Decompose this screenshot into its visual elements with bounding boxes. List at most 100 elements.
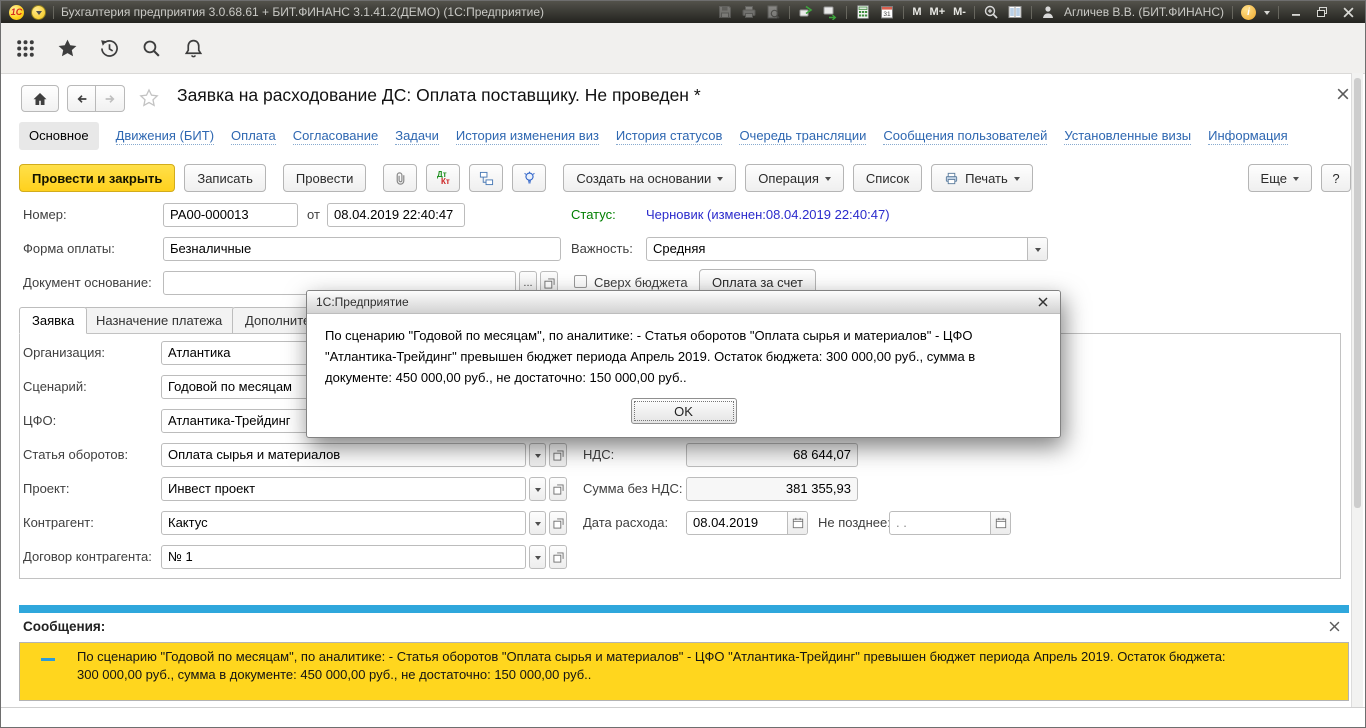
forward-button[interactable] <box>96 85 125 112</box>
expense-date-field[interactable]: 08.04.2019 <box>686 511 808 535</box>
counterparty-dropdown-button[interactable] <box>529 511 546 535</box>
tab-soobsheniya-polzovateley[interactable]: Сообщения пользователей <box>883 128 1047 145</box>
list-button[interactable]: Список <box>853 164 922 192</box>
post-and-close-button[interactable]: Провести и закрыть <box>19 164 175 192</box>
over-budget-checkbox[interactable] <box>574 275 587 288</box>
notifications-bell-icon[interactable] <box>183 38 204 59</box>
help-button[interactable]: ? <box>1321 164 1351 192</box>
project-label: Проект: <box>23 477 69 501</box>
favorites-star-icon[interactable] <box>57 38 78 59</box>
document-datetime-field[interactable]: 08.04.2019 22:40:47 <box>327 203 465 227</box>
vertical-scrollbar[interactable] <box>1351 73 1363 707</box>
open-in-window-icon <box>553 518 564 529</box>
importance-select[interactable]: Средняя <box>646 237 1048 261</box>
memory-plus-button[interactable]: M+ <box>930 4 946 20</box>
hints-button[interactable] <box>512 164 546 192</box>
tab-istoriya-statusov[interactable]: История статусов <box>616 128 723 145</box>
home-button[interactable] <box>21 85 59 112</box>
tab-oplata[interactable]: Оплата <box>231 128 276 145</box>
tab-soglasovanie[interactable]: Согласование <box>293 128 378 145</box>
contract-dropdown-button[interactable] <box>529 545 546 569</box>
project-field[interactable]: Инвест проект <box>161 477 526 501</box>
attachments-button[interactable] <box>383 164 417 192</box>
payment-form-field[interactable]: Безналичные <box>163 237 561 261</box>
chevron-down-icon <box>1014 177 1020 184</box>
memory-recall-button[interactable]: M <box>912 4 921 20</box>
restore-button[interactable] <box>1313 4 1331 20</box>
not-later-field[interactable]: . . <box>889 511 1011 535</box>
status-value: Черновик (изменен:08.04.2019 22:40:47) <box>646 203 890 227</box>
turnover-item-field[interactable]: Оплата сырья и материалов <box>161 443 526 467</box>
scrollbar-thumb[interactable] <box>1354 78 1361 508</box>
back-button[interactable] <box>67 85 96 112</box>
close-document-button[interactable] <box>1334 85 1352 103</box>
vat-field[interactable]: 68 644,07 <box>686 443 858 467</box>
divider <box>1031 6 1032 19</box>
message-text: По сценарию "Годовой по месяцам", по ана… <box>77 648 1237 683</box>
expense-date-calendar-button[interactable] <box>787 512 807 534</box>
turnover-item-dropdown-button[interactable] <box>529 443 546 467</box>
search-icon[interactable] <box>141 38 162 59</box>
add-to-favorites-star-icon[interactable] <box>139 88 159 113</box>
organization-value: Атлантика <box>168 345 230 360</box>
more-button[interactable]: Еще <box>1248 164 1312 192</box>
turnover-item-open-button[interactable] <box>549 443 567 467</box>
not-later-calendar-button[interactable] <box>990 512 1010 534</box>
chevron-down-icon <box>535 556 541 563</box>
contract-open-button[interactable] <box>549 545 567 569</box>
get-link-icon[interactable] <box>798 4 814 20</box>
chevron-down-icon <box>825 177 831 184</box>
counterparty-open-button[interactable] <box>549 511 567 535</box>
app-logo-icon: 1С <box>9 5 24 20</box>
tab-dvizheniya-bit[interactable]: Движения (БИТ) <box>116 128 214 145</box>
write-button[interactable]: Записать <box>184 164 266 192</box>
counterparty-field[interactable]: Кактус <box>161 511 526 535</box>
divider <box>846 6 847 19</box>
tab-osnovnoe[interactable]: Основное <box>19 122 99 150</box>
importance-dropdown-button[interactable] <box>1027 238 1047 260</box>
tab-naznachenie-platezha[interactable]: Назначение платежа <box>83 307 235 334</box>
message-item[interactable]: По сценарию "Годовой по месяцам", по ана… <box>19 642 1349 701</box>
operation-button[interactable]: Операция <box>745 164 844 192</box>
print-icon[interactable] <box>741 4 757 20</box>
number-field[interactable]: РА00-000013 <box>163 203 298 227</box>
dialog-close-button[interactable] <box>1035 294 1051 310</box>
print-button[interactable]: Печать <box>931 164 1033 192</box>
tab-zadachi[interactable]: Задачи <box>395 128 439 145</box>
apps-grid-icon[interactable] <box>15 38 36 59</box>
tab-ochered-translyacii[interactable]: Очередь трансляции <box>739 128 866 145</box>
messages-close-button[interactable] <box>1326 618 1342 634</box>
structure-icon <box>479 171 494 186</box>
create-on-basis-button[interactable]: Создать на основании <box>563 164 736 192</box>
info-icon[interactable]: i <box>1241 5 1256 20</box>
project-open-button[interactable] <box>549 477 567 501</box>
post-button[interactable]: Провести <box>283 164 367 192</box>
split-window-icon[interactable] <box>1007 4 1023 20</box>
history-icon[interactable] <box>99 38 120 59</box>
save-icon[interactable] <box>717 4 733 20</box>
go-to-link-icon[interactable] <box>822 4 838 20</box>
dialog-message: По сценарию "Годовой по месяцам", по ана… <box>307 314 1060 388</box>
tab-ustanovlennye-vizy[interactable]: Установленные визы <box>1064 128 1191 145</box>
chevron-down-icon <box>1293 177 1299 184</box>
print-preview-icon[interactable] <box>765 4 781 20</box>
calendar-icon[interactable]: 31 <box>879 4 895 20</box>
zoom-icon[interactable] <box>983 4 999 20</box>
dt-kt-postings-button[interactable]: ДтКт <box>426 164 460 192</box>
printer-icon <box>944 171 959 186</box>
memory-minus-button[interactable]: M- <box>953 4 966 20</box>
dialog-ok-button[interactable]: OK <box>631 398 737 424</box>
tab-istoriya-viz[interactable]: История изменения виз <box>456 128 599 145</box>
calculator-icon[interactable] <box>855 4 871 20</box>
sum-no-vat-field[interactable]: 381 355,93 <box>686 477 858 501</box>
tab-zayavka[interactable]: Заявка <box>19 307 87 334</box>
document-structure-button[interactable] <box>469 164 503 192</box>
project-dropdown-button[interactable] <box>529 477 546 501</box>
svg-text:31: 31 <box>884 11 892 18</box>
contract-field[interactable]: № 1 <box>161 545 526 569</box>
close-window-button[interactable] <box>1339 4 1357 20</box>
info-dropdown-icon[interactable] <box>1264 11 1270 18</box>
main-menu-button[interactable] <box>31 5 46 20</box>
tab-informaciya[interactable]: Информация <box>1208 128 1288 145</box>
minimize-button[interactable] <box>1287 4 1305 20</box>
